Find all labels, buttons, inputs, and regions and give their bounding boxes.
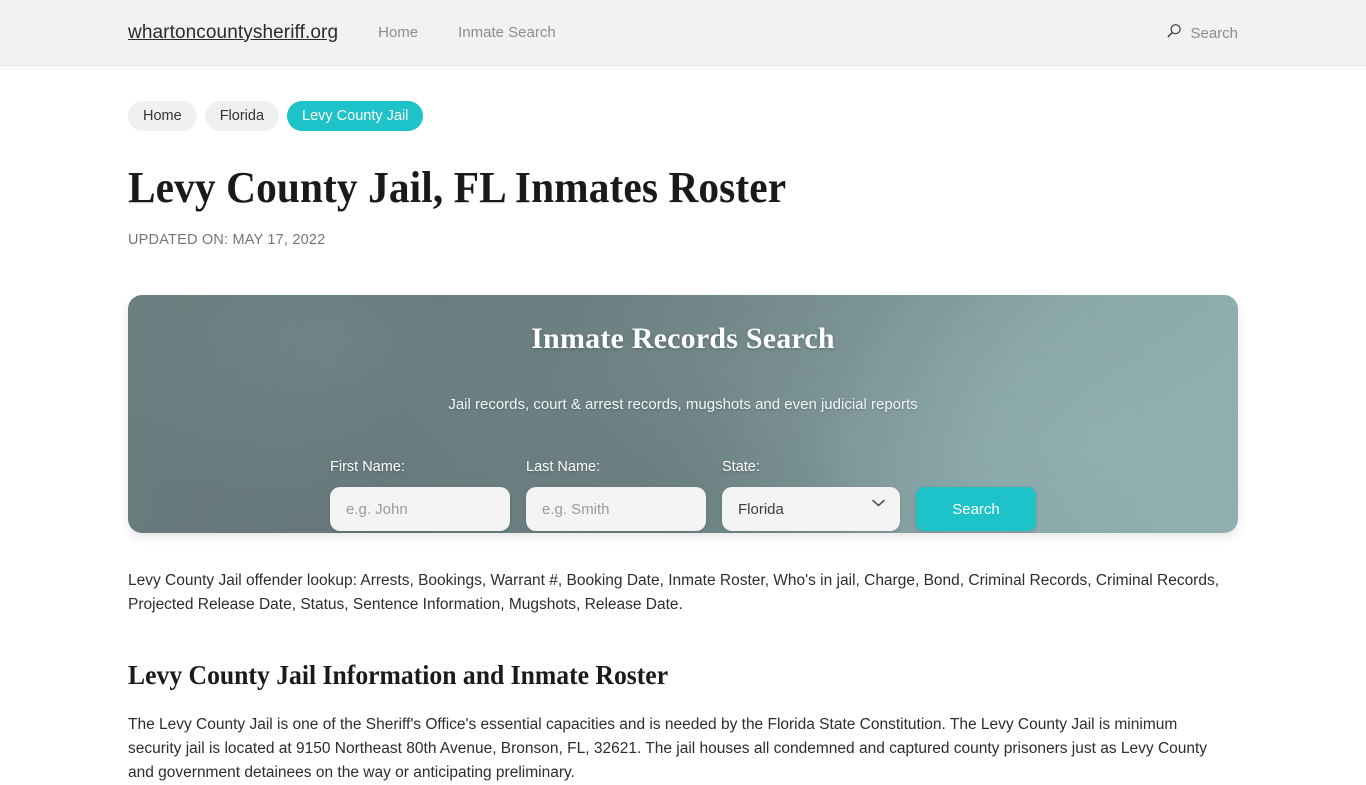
last-name-label: Last Name: [526, 459, 601, 476]
section-heading: Levy County Jail Information and Inmate … [128, 660, 669, 691]
breadcrumb-item-home[interactable]: Home [128, 101, 197, 131]
search-submit-button[interactable]: Search [916, 487, 1036, 532]
nav-item-inmate-search[interactable]: Inmate Search [458, 24, 556, 41]
site-header: whartoncountysheriff.org Home Inmate Sea… [0, 0, 1366, 66]
inmate-search-form: First Name: Last Name: State: Florida [330, 459, 1036, 532]
search-card-title: Inmate Records Search [531, 322, 835, 356]
breadcrumb-item-florida[interactable]: Florida [204, 101, 280, 131]
first-name-input[interactable] [330, 487, 510, 532]
breadcrumb-item-levy-county-jail[interactable]: Levy County Jail [287, 101, 424, 131]
last-name-input[interactable] [526, 487, 706, 532]
state-field-group: State: Florida [722, 459, 900, 532]
last-name-field-group: Last Name: [526, 459, 706, 532]
body-paragraph: The Levy County Jail is one of the Sheri… [128, 716, 1208, 782]
page-content: Home Florida Levy County Jail Levy Count… [0, 101, 1366, 785]
first-name-field-group: First Name: [330, 459, 510, 532]
header-search-label: Search [1190, 24, 1238, 42]
inmate-records-search-card: Inmate Records Search Jail records, cour… [128, 295, 1238, 534]
search-icon [1166, 23, 1182, 44]
search-card-subtitle: Jail records, court & arrest records, mu… [448, 396, 918, 414]
page-title: Levy County Jail, FL Inmates Roster [128, 163, 787, 212]
lede-paragraph: Levy County Jail offender lookup: Arrest… [128, 572, 1220, 614]
updated-on-text: UPDATED ON: MAY 17, 2022 [128, 232, 326, 249]
primary-nav: Home Inmate Search [378, 24, 556, 41]
nav-item-home[interactable]: Home [378, 24, 418, 41]
first-name-label: First Name: [330, 459, 405, 476]
header-search[interactable]: Search [1166, 0, 1238, 66]
breadcrumb: Home Florida Levy County Jail [128, 101, 1238, 131]
state-select[interactable]: Florida [722, 487, 900, 532]
site-brand-link[interactable]: whartoncountysheriff.org [128, 22, 338, 44]
state-label: State: [722, 459, 760, 476]
